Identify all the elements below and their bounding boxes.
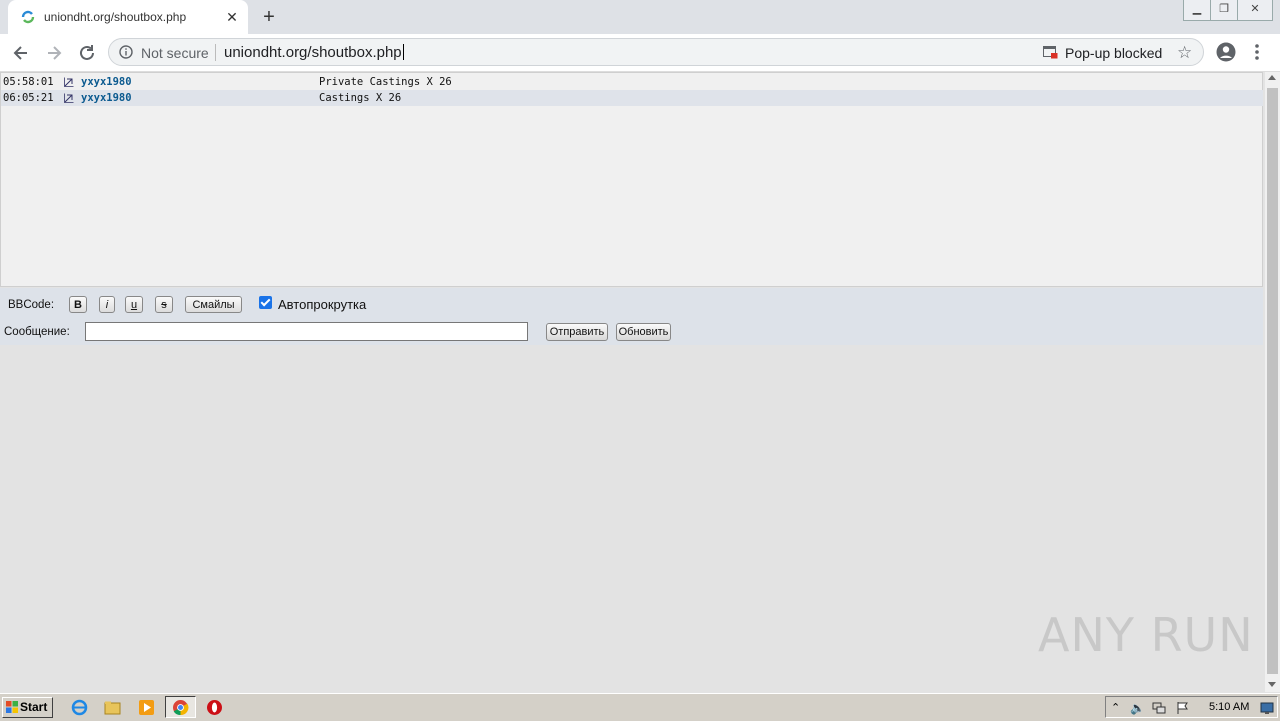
- italic-button[interactable]: i: [99, 296, 115, 313]
- url-text[interactable]: uniondht.org/shoutbox.php: [224, 44, 404, 61]
- restore-icon[interactable]: ❐: [1210, 0, 1238, 21]
- tab-strip: uniondht.org/shoutbox.php ✕ + ▁ ❐ ✕: [0, 0, 1280, 34]
- forward-icon[interactable]: [43, 42, 65, 64]
- message-user-link[interactable]: yxyx1980: [81, 76, 132, 88]
- clock: 5:10 AM: [1209, 701, 1250, 713]
- site-favicon-icon: [21, 10, 35, 24]
- bbcode-label: BBCode:: [8, 299, 55, 311]
- windows-logo-icon: [6, 701, 18, 713]
- volume-icon[interactable]: 🔈: [1130, 701, 1145, 715]
- profile-icon[interactable]: [1216, 42, 1236, 62]
- send-button[interactable]: Отправить: [546, 323, 608, 341]
- message-label: Сообщение:: [4, 326, 70, 338]
- strike-button[interactable]: s: [155, 296, 173, 313]
- tray-expand-icon[interactable]: ⌃: [1111, 701, 1125, 715]
- message-row: 06:05:21 yxyx1980 Castings X 26: [1, 90, 1263, 106]
- menu-kebab-icon[interactable]: [1252, 42, 1262, 62]
- system-tray: ⌃ 🔈 5:10 AM: [1105, 696, 1278, 718]
- shoutbox-messages: 05:58:01 yxyx1980 Private Castings X 26 …: [0, 72, 1263, 287]
- autoscroll-label[interactable]: Автопрокрутка: [278, 297, 366, 312]
- taskbar: Start ⌃ 🔈 5:10 AM: [0, 693, 1280, 721]
- scroll-down-icon[interactable]: [1268, 682, 1276, 687]
- popup-blocked-label[interactable]: Pop-up blocked: [1065, 45, 1162, 61]
- start-label: Start: [20, 700, 48, 714]
- message-text: Castings X 26: [319, 92, 402, 104]
- new-tab-button[interactable]: +: [258, 6, 280, 28]
- anyrun-watermark: ANY RUN: [1038, 608, 1254, 662]
- back-icon[interactable]: [10, 42, 32, 64]
- window-close-icon[interactable]: ✕: [1237, 0, 1273, 21]
- action-center-flag-icon[interactable]: [1176, 701, 1190, 715]
- start-button[interactable]: Start: [2, 697, 53, 718]
- shoutbox-form: BBCode: B i u s Смайлы Автопрокрутка Соо…: [0, 288, 1263, 345]
- bookmark-star-icon[interactable]: ☆: [1177, 43, 1195, 62]
- tab-close-icon[interactable]: ✕: [224, 9, 240, 25]
- show-desktop-icon[interactable]: [1260, 701, 1274, 715]
- autoscroll-checkbox[interactable]: [259, 296, 272, 309]
- network-icon[interactable]: [1152, 701, 1166, 715]
- popup-blocked-icon[interactable]: [1043, 46, 1058, 59]
- reload-icon[interactable]: [76, 42, 98, 64]
- message-text: Private Castings X 26: [319, 76, 452, 88]
- bold-button[interactable]: B: [69, 296, 87, 313]
- media-player-icon[interactable]: [138, 699, 155, 716]
- reply-arrow-icon[interactable]: [64, 77, 74, 87]
- security-label[interactable]: Not secure: [141, 45, 209, 61]
- browser-tab[interactable]: uniondht.org/shoutbox.php ✕: [8, 0, 248, 34]
- tab-title: uniondht.org/shoutbox.php: [44, 10, 187, 24]
- message-row: 05:58:01 yxyx1980 Private Castings X 26: [1, 74, 1263, 90]
- chrome-icon: [173, 700, 189, 716]
- info-icon[interactable]: [119, 45, 133, 59]
- reply-arrow-icon[interactable]: [64, 93, 74, 103]
- address-bar[interactable]: Not secure uniondht.org/shoutbox.php Pop…: [108, 38, 1204, 66]
- message-input[interactable]: [85, 322, 528, 341]
- smileys-button[interactable]: Смайлы: [185, 296, 242, 313]
- browser-toolbar: Not secure uniondht.org/shoutbox.php Pop…: [0, 34, 1280, 72]
- folder-icon[interactable]: [104, 699, 121, 716]
- message-user-link[interactable]: yxyx1980: [81, 92, 132, 104]
- underline-button[interactable]: u: [125, 296, 143, 313]
- minimize-icon[interactable]: ▁: [1183, 0, 1211, 21]
- page-scrollbar[interactable]: [1265, 72, 1280, 692]
- refresh-button[interactable]: Обновить: [616, 323, 671, 341]
- message-time: 06:05:21: [3, 92, 54, 104]
- scroll-thumb[interactable]: [1267, 88, 1278, 674]
- message-time: 05:58:01: [3, 76, 54, 88]
- chrome-taskbar-button[interactable]: [165, 696, 196, 718]
- page-content: 05:58:01 yxyx1980 Private Castings X 26 …: [0, 72, 1265, 692]
- separator: [215, 44, 216, 61]
- scroll-up-icon[interactable]: [1268, 75, 1276, 80]
- opera-icon[interactable]: [206, 699, 223, 716]
- ie-icon[interactable]: [71, 699, 88, 716]
